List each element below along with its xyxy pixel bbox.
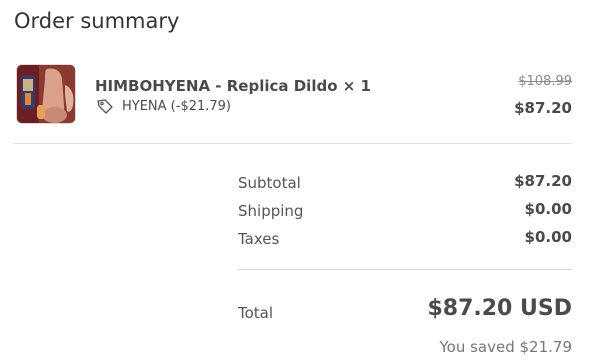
product-name: HIMBOHYENA - Replica Dildo × 1 <box>95 77 371 95</box>
discount-code: HYENA (-$21.79) <box>96 98 231 114</box>
savings-text: You saved $21.79 <box>439 338 572 356</box>
line-item: HIMBOHYENA - Replica Dildo × 1 HYENA (-$… <box>16 64 572 128</box>
product-thumbnail <box>16 64 76 124</box>
taxes-label: Taxes <box>238 230 280 248</box>
shipping-value: $0.00 <box>524 200 572 218</box>
order-summary-title: Order summary <box>14 9 180 33</box>
subtotal-row: Subtotal $87.20 <box>238 172 572 198</box>
total-value: $87.20 USD <box>427 296 572 321</box>
tag-icon <box>96 98 114 114</box>
taxes-value: $0.00 <box>524 228 572 246</box>
product-image <box>17 65 75 123</box>
total-label: Total <box>238 304 274 322</box>
subtotal-label: Subtotal <box>238 174 301 192</box>
total-divider <box>238 269 572 270</box>
subtotal-value: $87.20 <box>514 172 572 190</box>
discount-label: HYENA (-$21.79) <box>122 98 232 114</box>
taxes-row: Taxes $0.00 <box>238 228 572 254</box>
shipping-label: Shipping <box>238 202 304 220</box>
item-price: $87.20 <box>514 99 572 117</box>
compare-at-price: $108.99 <box>518 74 572 89</box>
shipping-row: Shipping $0.00 <box>238 200 572 226</box>
divider <box>14 143 572 144</box>
